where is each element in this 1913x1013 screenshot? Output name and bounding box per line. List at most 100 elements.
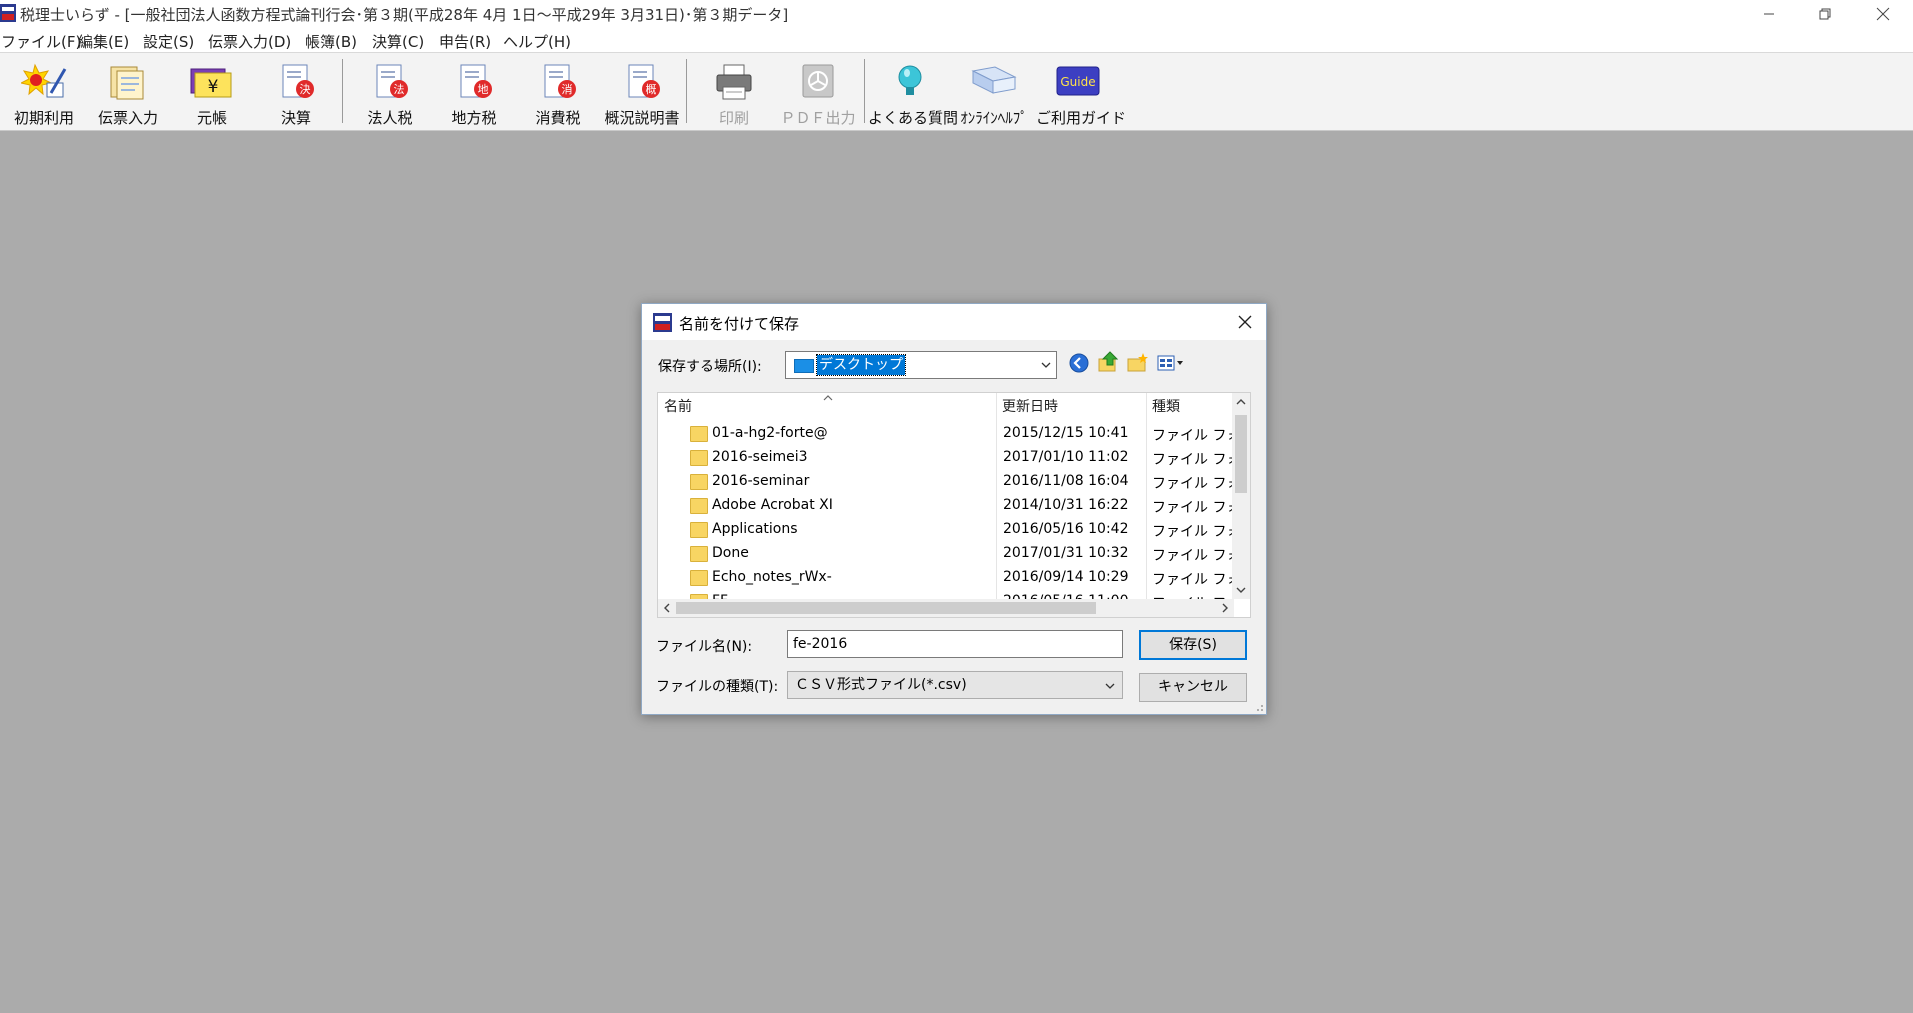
file-name: Adobe Acrobat XI <box>712 497 833 513</box>
view-menu-icon[interactable] <box>1156 352 1186 374</box>
file-row[interactable]: 2016-seminar 2016/11/08 16:04 ファイル フォルダー <box>658 470 1234 494</box>
file-row[interactable]: Adobe Acrobat XI 2014/10/31 16:22 ファイル フ… <box>658 494 1234 518</box>
menu-settlement[interactable]: 決算(C) <box>372 31 424 52</box>
desktop-folder-icon <box>794 359 814 373</box>
local-tax-icon: 地 <box>460 64 492 98</box>
toolbar-label: 決算 <box>280 109 311 127</box>
minimize-icon <box>1764 13 1774 15</box>
filename-input[interactable]: fe-2016 <box>787 630 1123 658</box>
file-modified: 2017/01/10 11:02 <box>1003 449 1129 465</box>
svg-text:法: 法 <box>394 82 405 96</box>
pdf-export-icon <box>802 64 834 98</box>
chevron-left-icon <box>664 603 670 613</box>
file-row[interactable]: 2016-seimei3 2017/01/10 11:02 ファイル フォルダー <box>658 446 1234 470</box>
chevron-down-icon <box>1105 683 1115 689</box>
file-type: ファイル フォルダー <box>1152 524 1234 540</box>
vertical-scrollbar[interactable] <box>1232 393 1250 599</box>
save-button[interactable]: 保存(S) <box>1139 630 1247 660</box>
dialog-close-button[interactable] <box>1230 308 1260 336</box>
file-modified: 2017/01/31 10:32 <box>1003 545 1129 561</box>
online-help-icon <box>971 66 1017 94</box>
sort-up-icon <box>823 395 833 401</box>
horizontal-scrollbar[interactable] <box>658 599 1234 617</box>
back-icon[interactable] <box>1068 352 1090 374</box>
location-combo[interactable]: デスクトップ <box>785 351 1057 379</box>
toolbar-consumption-tax-button[interactable]: 消 消費税 <box>516 59 600 127</box>
restore-icon <box>1819 8 1831 20</box>
toolbar-label: 法人税 <box>367 109 413 127</box>
toolbar-label: よくある質問 <box>868 109 959 127</box>
folder-icon <box>690 546 708 562</box>
folder-icon <box>690 426 708 442</box>
ledger-icon: ¥ <box>190 68 232 98</box>
restore-button[interactable] <box>1797 0 1853 28</box>
file-modified: 2014/10/31 16:22 <box>1003 497 1129 513</box>
column-header-label: 種類 <box>1152 399 1180 415</box>
toolbar-label: 伝票入力 <box>97 109 158 127</box>
save-as-dialog: 名前を付けて保存 保存する場所(I): デスクトップ 名前 更新日時 種類 01… <box>641 303 1267 715</box>
file-row[interactable]: Echo_notes_rWx- 2016/09/14 10:29 ファイル フォ… <box>658 566 1234 590</box>
minimize-button[interactable] <box>1741 0 1797 28</box>
file-name: Applications <box>712 521 798 537</box>
toolbar-corporate-tax-button[interactable]: 法 法人税 <box>348 59 432 127</box>
up-folder-icon[interactable] <box>1097 351 1119 373</box>
file-row[interactable]: Done 2017/01/31 10:32 ファイル フォルダー <box>658 542 1234 566</box>
folder-icon <box>690 522 708 538</box>
file-row[interactable]: Applications 2016/05/16 10:42 ファイル フォルダー <box>658 518 1234 542</box>
scroll-down-button[interactable] <box>1232 581 1250 599</box>
app-icon <box>0 4 16 22</box>
overview-statement-icon: 概 <box>628 64 660 98</box>
file-name: Done <box>712 545 749 561</box>
menu-file[interactable]: ファイル(F) <box>1 31 81 52</box>
column-header-type[interactable]: 種類 <box>1146 393 1234 421</box>
location-value: デスクトップ <box>816 354 906 376</box>
chevron-down-icon <box>1041 362 1051 368</box>
toolbar-label: ＰＤＦ出力 <box>780 109 856 127</box>
menu-books[interactable]: 帳簿(B) <box>305 31 357 52</box>
settlement-icon: 決 <box>282 64 314 98</box>
toolbar-settlement-button[interactable]: 決 決算 <box>254 59 338 127</box>
toolbar-overview-statement-button[interactable]: 概 概況説明書 <box>600 59 684 127</box>
toolbar-local-tax-button[interactable]: 地 地方税 <box>432 59 516 127</box>
folder-icon <box>690 450 708 466</box>
menu-settings[interactable]: 設定(S) <box>143 31 194 52</box>
toolbar-label: 地方税 <box>451 109 497 127</box>
toolbar-user-guide-button[interactable]: Guide ご利用ガイド <box>1036 59 1126 127</box>
new-folder-icon[interactable] <box>1126 352 1148 374</box>
file-row[interactable]: 01-a-hg2-forte@ 2015/12/15 10:41 ファイル フォ… <box>658 422 1234 446</box>
close-window-button[interactable] <box>1855 0 1911 28</box>
consumption-tax-icon: 消 <box>544 64 576 98</box>
toolbar-voucher-entry-button[interactable]: 伝票入力 <box>86 59 170 127</box>
column-header-label: 更新日時 <box>1002 399 1058 415</box>
file-type: ファイル フォルダー <box>1152 476 1234 492</box>
toolbar-pdf-export-button[interactable]: ＰＤＦ出力 <box>776 59 860 127</box>
svg-text:決: 決 <box>300 83 311 96</box>
resize-grip-icon[interactable] <box>1254 702 1264 712</box>
toolbar-separator <box>864 59 865 123</box>
scroll-left-button[interactable] <box>658 599 676 617</box>
file-modified: 2015/12/15 10:41 <box>1003 425 1129 441</box>
filetype-select[interactable]: ＣＳＶ形式ファイル(*.csv) <box>787 671 1123 699</box>
scroll-up-button[interactable] <box>1232 393 1250 411</box>
file-name: Echo_notes_rWx- <box>712 569 832 585</box>
filetype-label: ファイルの種類(T): <box>656 679 779 695</box>
horizontal-scroll-thumb[interactable] <box>676 602 1096 614</box>
vertical-scroll-thumb[interactable] <box>1235 415 1247 493</box>
toolbar-online-help-button[interactable]: ｵﾝﾗｲﾝﾍﾙﾌﾟ <box>952 59 1036 127</box>
toolbar-faq-button[interactable]: よくある質問 <box>868 59 959 127</box>
dialog-app-icon <box>653 313 672 332</box>
menu-declaration[interactable]: 申告(R) <box>439 31 491 52</box>
toolbar-label: 概況説明書 <box>604 109 680 127</box>
toolbar-print-button[interactable]: 印刷 <box>692 59 776 127</box>
menu-voucher-entry[interactable]: 伝票入力(D) <box>208 31 291 52</box>
menu-help[interactable]: ヘルプ(H) <box>503 31 571 52</box>
cancel-button[interactable]: キャンセル <box>1139 673 1247 702</box>
user-guide-icon: Guide <box>1056 66 1100 96</box>
menu-edit[interactable]: 編集(E) <box>78 31 129 52</box>
toolbar-ledger-button[interactable]: ¥ 元帳 <box>170 59 254 127</box>
toolbar-initial-setup-button[interactable]: 初期利用 <box>2 59 86 127</box>
toolbar-label: ｵﾝﾗｲﾝﾍﾙﾌﾟ <box>960 109 1028 127</box>
scroll-right-button[interactable] <box>1216 599 1234 617</box>
column-header-modified[interactable]: 更新日時 <box>996 393 1146 421</box>
svg-text:地: 地 <box>478 83 489 96</box>
